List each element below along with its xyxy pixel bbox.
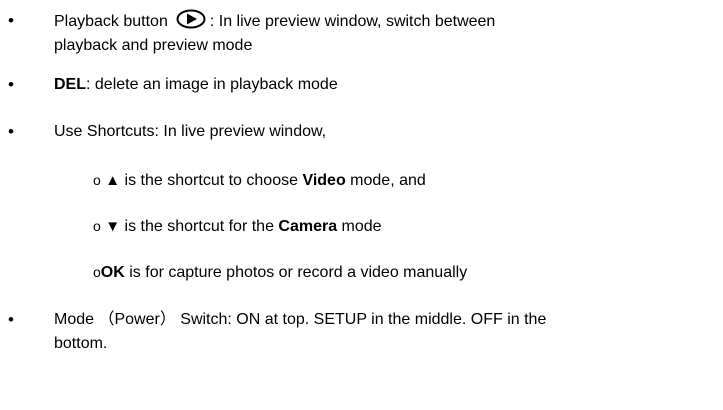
shortcuts-item: Use Shortcuts: In live preview window, [54, 123, 327, 140]
playback-description-line2: playback and preview mode [54, 37, 253, 54]
mode-switch-line2: bottom. [54, 335, 108, 352]
ok-key: OK [100, 264, 125, 281]
playback-description: : In live preview window, switch between [209, 13, 496, 30]
shortcut-ok-item: oOK is for capture photos or record a vi… [93, 260, 467, 285]
shortcut-ok-text: is for capture photos or record a video … [124, 264, 468, 281]
shortcut-down-text-end: mode [337, 218, 382, 235]
sub-marker: o [93, 172, 101, 188]
shortcut-down-text: is the shortcut for the [120, 218, 279, 235]
down-triangle-icon: ▼ [105, 218, 121, 235]
play-in-eye-icon [176, 9, 206, 29]
shortcut-up-text: is the shortcut to choose [120, 172, 303, 189]
camera-mode-label: Camera [278, 218, 338, 235]
del-description: : delete an image in playback mode [86, 76, 338, 93]
up-triangle-icon: ▲ [105, 172, 121, 189]
shortcut-up-text-end: mode, and [345, 172, 426, 189]
sub-marker: o [93, 218, 101, 234]
shortcut-up-item: o ▲ is the shortcut to choose Video mode… [93, 168, 426, 193]
del-key: DEL [54, 76, 86, 93]
mode-switch-line1: Mode （Power） Switch: ON at top. SETUP in… [54, 311, 547, 328]
video-mode-label: Video [302, 172, 346, 189]
mode-switch-item: Mode （Power） Switch: ON at top. SETUP in… [54, 308, 694, 356]
bullet-del: • [8, 75, 14, 94]
sub-marker: o [93, 264, 101, 280]
shortcut-down-item: o ▼ is the shortcut for the Camera mode [93, 214, 382, 239]
playback-item: Playback button : In live preview window… [54, 9, 694, 58]
bullet-mode: • [8, 310, 14, 329]
playback-label: Playback button [54, 13, 168, 30]
bullet-shortcuts: • [8, 122, 14, 141]
bullet-playback: • [8, 11, 14, 30]
del-item: DEL: delete an image in playback mode [54, 73, 694, 97]
